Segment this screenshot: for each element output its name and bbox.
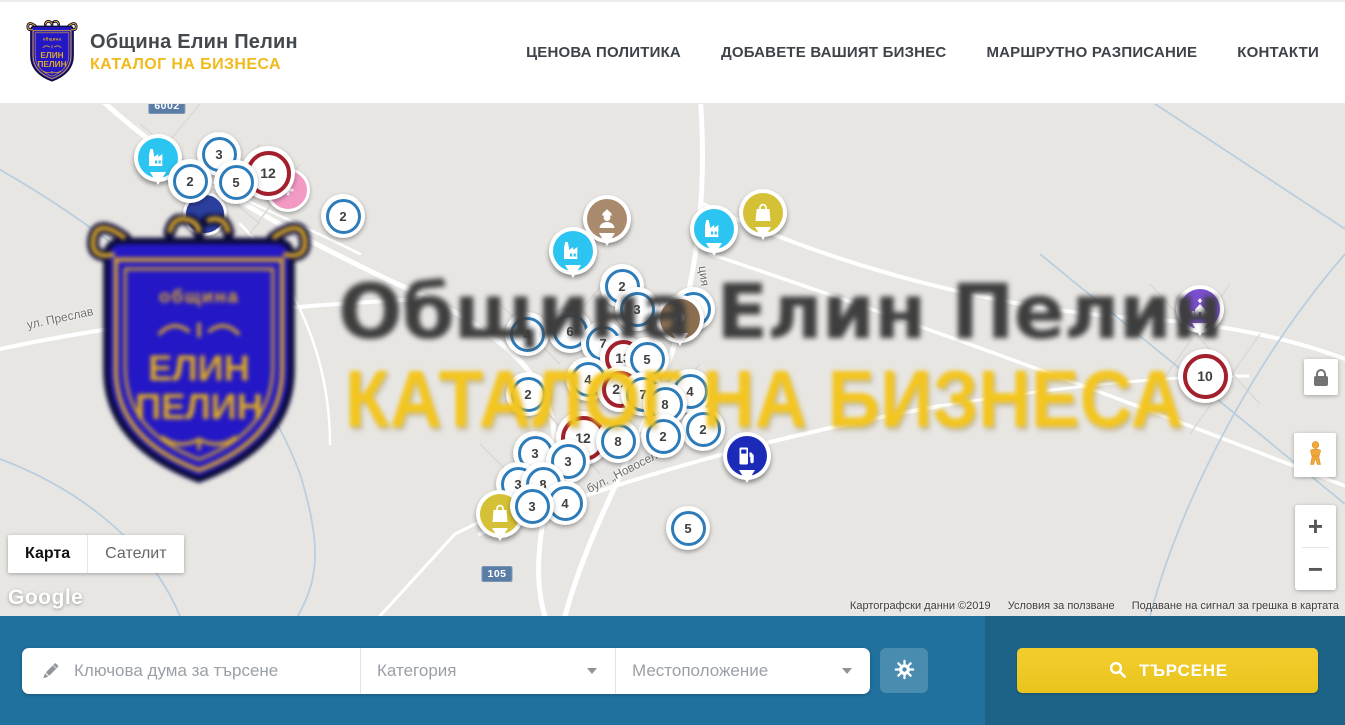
main-nav: ЦЕНОВА ПОЛИТИКА ДОБАВЕТЕ ВАШИЯТ БИЗНЕС МАР… bbox=[526, 44, 1319, 61]
category-select-label: Категория bbox=[377, 661, 456, 681]
report-map-error-link[interactable]: Подаване на сигнал за грешка в картата bbox=[1132, 600, 1339, 612]
cluster-count: 3 bbox=[515, 489, 550, 524]
cluster-marker[interactable]: 10 bbox=[1178, 349, 1232, 403]
cluster-marker[interactable]: 4 bbox=[505, 312, 549, 356]
map-canvas[interactable]: 321252235647135421274822128333843510ул. … bbox=[0, 104, 1345, 616]
brand[interactable]: община ЕЛИНПЕЛИН Община Елин Пелин КАТАЛО… bbox=[26, 20, 298, 86]
terms-of-use-link[interactable]: Условия за ползване bbox=[1008, 600, 1115, 612]
nav-item-pricing-policy[interactable]: ЦЕНОВА ПОЛИТИКА bbox=[526, 44, 681, 61]
attribution-copyright: Картографски данни ©2019 bbox=[850, 600, 991, 612]
worker-icon bbox=[587, 199, 627, 239]
lock-button[interactable] bbox=[1304, 359, 1338, 395]
map-type-satellite-button[interactable]: Сателит bbox=[87, 535, 183, 573]
svg-text:ЕЛИН: ЕЛИН bbox=[40, 51, 63, 60]
cluster-marker[interactable]: 2 bbox=[641, 414, 685, 458]
category-select[interactable]: Категория bbox=[361, 648, 615, 694]
shopping-bag-pin[interactable] bbox=[739, 189, 787, 237]
brand-subtitle: КАТАЛОГ НА БИЗНЕСА bbox=[90, 56, 298, 74]
search-bar: Категория Местоположение ТЪРСЕНЕ bbox=[0, 616, 1345, 725]
cluster-marker[interactable]: 8 bbox=[596, 419, 640, 463]
road-number-shield: 105 bbox=[481, 566, 512, 582]
cluster-marker[interactable]: 5 bbox=[666, 506, 710, 550]
cluster-marker[interactable]: 2 bbox=[506, 372, 550, 416]
flame-pin[interactable] bbox=[656, 295, 704, 343]
cluster-count: 2 bbox=[173, 164, 208, 199]
nav-item-contacts[interactable]: КОНТАКТИ bbox=[1237, 44, 1319, 61]
chevron-down-icon bbox=[587, 668, 597, 674]
cluster-count: 10 bbox=[1183, 354, 1228, 399]
road-number-shield: 6002 bbox=[148, 104, 185, 114]
cluster-count: 2 bbox=[326, 199, 361, 234]
map-type-map-button[interactable]: Карта bbox=[8, 535, 87, 573]
street-label: ция bbox=[696, 265, 712, 287]
advanced-search-settings-button[interactable] bbox=[880, 648, 928, 693]
gear-icon bbox=[892, 657, 917, 685]
municipality-crest-logo: община ЕЛИНПЕЛИН bbox=[26, 20, 78, 86]
location-select[interactable]: Местоположение bbox=[616, 648, 870, 694]
church-icon bbox=[1180, 289, 1220, 329]
cluster-count: 4 bbox=[510, 317, 545, 352]
cluster-marker[interactable]: 2 bbox=[168, 159, 212, 203]
location-select-label: Местоположение bbox=[632, 661, 768, 681]
cluster-marker[interactable]: 5 bbox=[214, 160, 258, 204]
factory-icon bbox=[694, 209, 734, 249]
cluster-count: 2 bbox=[511, 377, 546, 412]
brand-title: Община Елин Пелин bbox=[90, 31, 298, 54]
zoom-in-button[interactable]: + bbox=[1295, 505, 1336, 547]
cluster-marker[interactable]: 2 bbox=[681, 407, 725, 451]
keyword-field-wrap bbox=[22, 648, 360, 694]
google-logo[interactable]: Google bbox=[8, 586, 83, 610]
fuel-pin[interactable] bbox=[723, 432, 771, 480]
search-box: Категория Местоположение bbox=[22, 648, 870, 694]
cluster-marker[interactable]: 3 bbox=[615, 287, 659, 331]
keyword-search-input[interactable] bbox=[74, 661, 360, 681]
cluster-count: 5 bbox=[219, 165, 254, 200]
shopping-bag-icon bbox=[743, 193, 783, 233]
page: община ЕЛИНПЕЛИН Община Елин Пелин КАТАЛО… bbox=[0, 0, 1345, 725]
pegman-icon bbox=[1302, 440, 1329, 470]
pencil-icon bbox=[38, 659, 62, 683]
church-pin[interactable] bbox=[1176, 285, 1224, 333]
map-attribution: Картографски данни ©2019 Условия за полз… bbox=[836, 600, 1339, 612]
cluster-count: 5 bbox=[671, 511, 706, 546]
svg-text:община: община bbox=[43, 36, 62, 41]
cluster-count: 2 bbox=[686, 412, 721, 447]
cluster-marker[interactable]: 2 bbox=[321, 194, 365, 238]
chevron-down-icon bbox=[842, 668, 852, 674]
factory-pin[interactable] bbox=[690, 205, 738, 253]
flame-icon bbox=[660, 299, 700, 339]
search-submit-label: ТЪРСЕНЕ bbox=[1139, 661, 1228, 681]
zoom-out-button[interactable]: − bbox=[1295, 548, 1336, 590]
search-submit-button[interactable]: ТЪРСЕНЕ bbox=[1017, 648, 1318, 693]
header: община ЕЛИНПЕЛИН Община Елин Пелин КАТАЛО… bbox=[0, 0, 1345, 104]
svg-text:ПЕЛИН: ПЕЛИН bbox=[37, 60, 66, 69]
nav-item-add-your-business[interactable]: ДОБАВЕТЕ ВАШИЯТ БИЗНЕС bbox=[721, 44, 946, 61]
nav-item-route-schedule[interactable]: МАРШРУТНО РАЗПИСАНИЕ bbox=[986, 44, 1197, 61]
cluster-marker[interactable]: 3 bbox=[510, 484, 554, 528]
fuel-icon bbox=[727, 436, 767, 476]
map-type-control: Карта Сателит bbox=[8, 535, 184, 573]
brand-text: Община Елин Пелин КАТАЛОГ НА БИЗНЕСА bbox=[90, 31, 298, 74]
factory-pin[interactable] bbox=[549, 227, 597, 275]
cluster-count: 3 bbox=[620, 292, 655, 327]
street-view-pegman-button[interactable] bbox=[1294, 433, 1336, 477]
zoom-control: + − bbox=[1295, 505, 1336, 590]
cluster-count: 2 bbox=[646, 419, 681, 454]
cluster-count: 8 bbox=[601, 424, 636, 459]
factory-icon bbox=[553, 231, 593, 271]
search-icon bbox=[1107, 659, 1128, 683]
